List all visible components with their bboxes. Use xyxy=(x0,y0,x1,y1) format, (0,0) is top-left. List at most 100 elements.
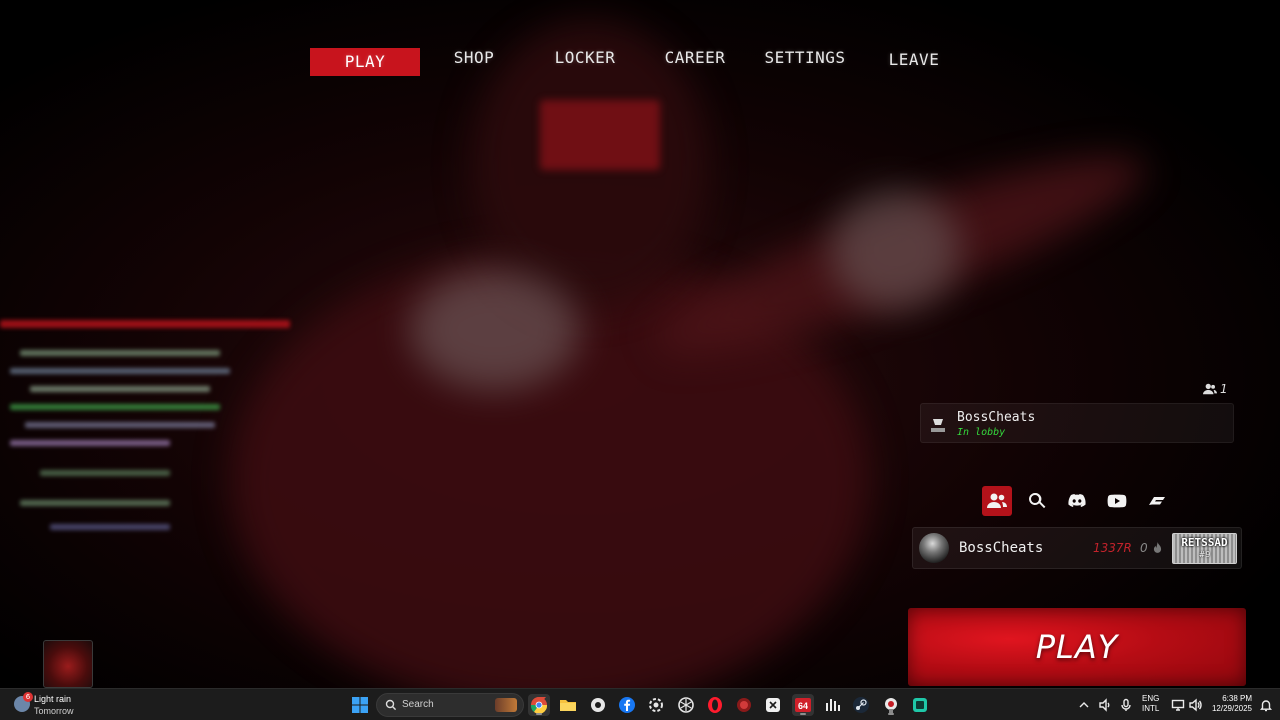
app-white-icon xyxy=(766,698,780,712)
player-profile-bar[interactable]: BossCheats 1337R 0 RETSSAD #9 xyxy=(912,527,1242,569)
running-indicator xyxy=(536,713,542,715)
nav-shop[interactable]: SHOP xyxy=(444,44,504,72)
taskbar-chrome[interactable] xyxy=(528,694,550,716)
tray-network[interactable] xyxy=(1170,697,1186,713)
taskbar-file-explorer[interactable] xyxy=(557,694,579,716)
player-name: BossCheats xyxy=(959,540,1044,556)
friends-icon xyxy=(987,493,1007,508)
windows-taskbar: 6 Light rain Tomorrow Search 64 ENG INTL… xyxy=(0,688,1280,720)
weather-forecast-day: Tomorrow xyxy=(34,706,74,716)
nav-locker[interactable]: LOCKER xyxy=(548,44,622,72)
opera-icon xyxy=(708,697,722,713)
notification-bell-icon xyxy=(1260,700,1272,712)
nav-settings[interactable]: SETTINGS xyxy=(758,44,852,72)
currency-amount: 1337R xyxy=(1093,541,1132,555)
rank-badge[interactable]: RETSSAD #9 xyxy=(1172,533,1237,564)
flame-icon xyxy=(1154,542,1162,553)
taskbar-steam[interactable] xyxy=(850,694,872,716)
taskbar-app-red[interactable] xyxy=(733,694,755,716)
weather-condition: Light rain xyxy=(34,694,72,704)
chatgpt-icon xyxy=(678,697,694,713)
keyboard-layout: INTL xyxy=(1142,704,1160,713)
nav-career[interactable]: CAREER xyxy=(658,44,732,72)
settings-app-icon xyxy=(591,698,605,712)
party-member-name: BossCheats xyxy=(957,410,1036,425)
hand xyxy=(830,190,960,310)
windows-start-icon xyxy=(352,697,368,713)
discord-button[interactable] xyxy=(1062,486,1092,516)
main-menu: PLAY SHOP LOCKER CAREER SETTINGS LEAVE xyxy=(310,44,960,76)
streak-count: 0 xyxy=(1140,541,1148,555)
volume-icon xyxy=(1189,698,1202,712)
network-icon xyxy=(1171,699,1185,711)
running-indicator xyxy=(888,713,894,715)
taskbar-opera[interactable] xyxy=(704,694,726,716)
start-button[interactable] xyxy=(349,694,371,716)
taskbar-app-64[interactable]: 64 xyxy=(792,694,814,716)
play-button[interactable]: PLAY xyxy=(908,608,1246,686)
taskbar-app-white[interactable] xyxy=(762,694,784,716)
taskbar-chatgpt[interactable] xyxy=(675,694,697,716)
svg-text:64: 64 xyxy=(798,701,808,711)
gear-app-icon xyxy=(649,698,663,712)
clock-time: 6:38 PM xyxy=(1222,694,1252,703)
rank-badge-number: #9 xyxy=(1198,550,1211,559)
boss-logo-icon xyxy=(931,419,945,432)
party-count-value: 1 xyxy=(1220,382,1228,396)
taskbar-game-app[interactable] xyxy=(880,694,902,716)
streak-value: 0 xyxy=(1140,541,1162,555)
rank-badge-title: RETSSAD xyxy=(1181,536,1228,549)
language-code: ENG xyxy=(1142,694,1160,703)
chevron-up-icon xyxy=(1079,702,1089,708)
party-members-icon xyxy=(1203,383,1217,395)
party-count: 1 xyxy=(1203,380,1235,398)
search-button[interactable] xyxy=(1022,486,1052,516)
tray-microphone[interactable] xyxy=(1118,697,1134,713)
taskbar-facebook[interactable] xyxy=(616,694,638,716)
nav-leave[interactable]: LEAVE xyxy=(884,46,944,74)
app-64-icon: 64 xyxy=(795,698,811,712)
search-icon xyxy=(1029,492,1046,509)
audio-app-icon xyxy=(826,699,840,711)
taskbar-app-teal[interactable] xyxy=(909,694,931,716)
avatar xyxy=(919,533,949,563)
weather-widget[interactable]: 6 Light rain Tomorrow xyxy=(12,692,92,718)
taskbar-search[interactable]: Search xyxy=(376,693,524,717)
game-app-icon xyxy=(885,698,897,713)
app-red-icon xyxy=(737,698,751,712)
steam-icon xyxy=(853,697,869,713)
search-highlight-icon xyxy=(495,698,517,712)
clock[interactable]: 6:38 PM 12/29/2025 xyxy=(1208,694,1252,714)
party-member-status: In lobby xyxy=(957,427,1006,438)
clock-date: 12/29/2025 xyxy=(1211,704,1252,713)
background-artwork xyxy=(0,0,1280,688)
taskbar-audio-app[interactable] xyxy=(821,694,843,716)
search-icon xyxy=(385,699,397,711)
facebook-icon xyxy=(619,697,635,713)
brand-button[interactable] xyxy=(1142,486,1172,516)
blurred-code-panel xyxy=(0,310,300,550)
social-bar xyxy=(982,486,1174,516)
friends-button[interactable] xyxy=(982,486,1012,516)
tray-audio-device[interactable] xyxy=(1097,697,1113,713)
notifications-button[interactable] xyxy=(1258,697,1274,713)
nav-play[interactable]: PLAY xyxy=(310,48,420,76)
brand-logo-icon xyxy=(1149,497,1165,505)
party-member-card[interactable]: BossCheats In lobby xyxy=(920,403,1234,443)
discord-icon xyxy=(1068,494,1086,507)
search-placeholder: Search xyxy=(402,699,434,710)
language-indicator[interactable]: ENG INTL xyxy=(1142,694,1159,714)
tray-volume[interactable] xyxy=(1187,697,1203,713)
figure-shoulder xyxy=(410,270,580,390)
taskbar-app-settings[interactable] xyxy=(587,694,609,716)
game-thumbnail[interactable] xyxy=(43,640,93,688)
youtube-icon xyxy=(1107,494,1127,508)
taskbar-app-gear[interactable] xyxy=(645,694,667,716)
app-teal-icon xyxy=(913,698,927,712)
file-explorer-icon xyxy=(560,700,576,711)
tray-overflow-button[interactable] xyxy=(1076,697,1092,713)
youtube-button[interactable] xyxy=(1102,486,1132,516)
chrome-icon xyxy=(530,696,548,714)
notification-badge: 6 xyxy=(23,692,33,702)
play-button-label: PLAY xyxy=(1035,628,1119,666)
